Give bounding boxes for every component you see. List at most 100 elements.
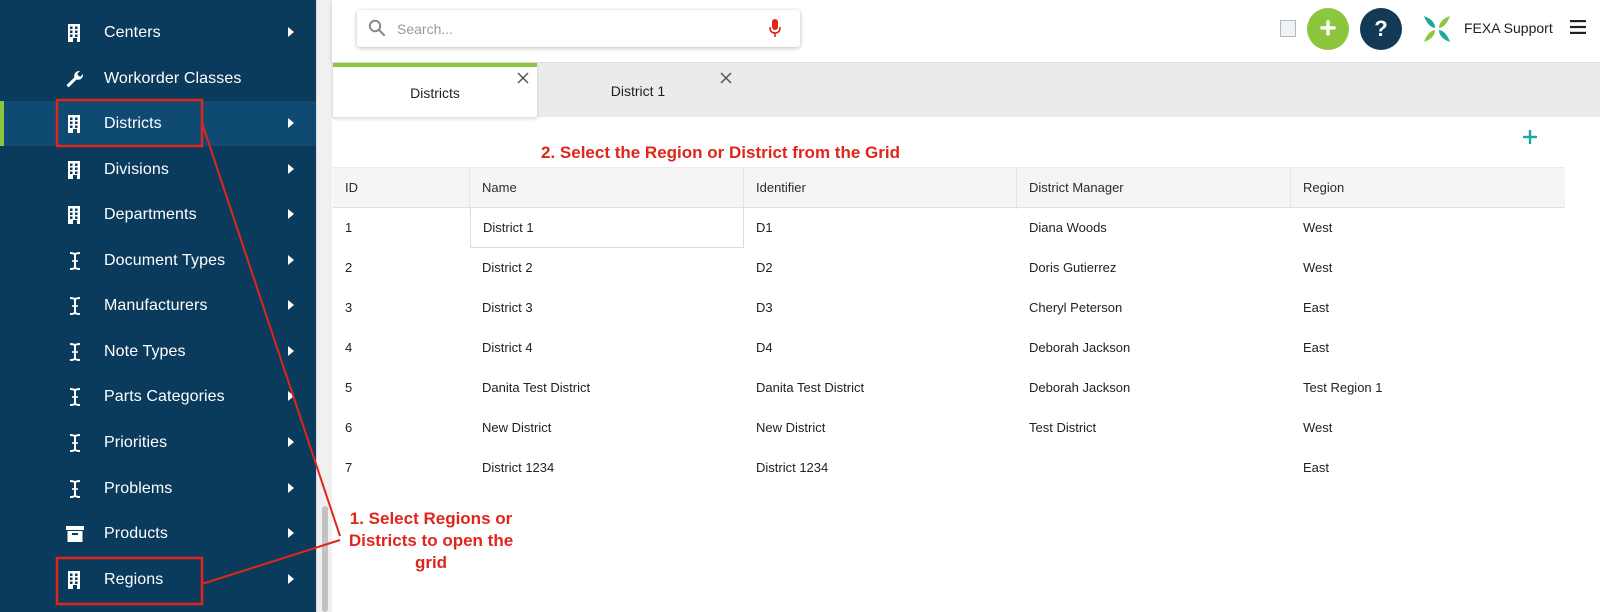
search-box[interactable] bbox=[357, 10, 800, 47]
table-cell: Test Region 1 bbox=[1303, 380, 1383, 395]
sidebar-item-departments[interactable]: Departments bbox=[0, 192, 316, 237]
column-header-identifier[interactable]: Identifier bbox=[744, 168, 1017, 209]
add-button[interactable]: + bbox=[1307, 8, 1349, 50]
sidebar-item-districts[interactable]: Districts bbox=[0, 101, 316, 146]
sidebar-item-divisions[interactable]: Divisions bbox=[0, 147, 316, 192]
table-cell: West bbox=[1303, 260, 1333, 275]
sidebar-item-workorder-classes[interactable]: Workorder Classes bbox=[0, 56, 316, 101]
table-cell: 5 bbox=[345, 380, 353, 395]
table-cell: Diana Woods bbox=[1029, 220, 1107, 235]
sidebar-item-label: Regions bbox=[104, 570, 164, 588]
table-cell: D1 bbox=[756, 220, 773, 235]
grid-body: 1 District 1 D1 Diana Woods West 2 District 2 D… bbox=[333, 208, 1565, 488]
close-icon[interactable] bbox=[720, 72, 732, 84]
table-row[interactable]: 1 District 1 D1 Diana Woods West bbox=[333, 208, 1565, 248]
close-icon[interactable] bbox=[517, 72, 529, 84]
table-cell: West bbox=[1303, 420, 1333, 435]
grid-add-icon[interactable] bbox=[1521, 128, 1539, 146]
tab-districts[interactable]: Districts bbox=[333, 63, 537, 117]
tab-bar: Districts District 1 bbox=[332, 63, 1600, 117]
sidebar-item-products[interactable]: Products bbox=[0, 511, 316, 556]
caret-right-icon[interactable] bbox=[288, 27, 294, 37]
table-row[interactable]: 7 District 1234 District 1234 East bbox=[333, 448, 1565, 488]
sidebar-item-manufacturers[interactable]: Manufacturers bbox=[0, 283, 316, 328]
caret-right-icon[interactable] bbox=[288, 437, 294, 447]
table-cell: District 1 bbox=[470, 208, 744, 248]
hamburger-menu-icon[interactable] bbox=[1570, 20, 1586, 34]
search-input[interactable] bbox=[397, 18, 757, 40]
table-cell: Deborah Jackson bbox=[1029, 340, 1131, 355]
table-cell bbox=[1017, 448, 1291, 488]
i-beam-icon bbox=[64, 250, 86, 272]
grid-header: ID Name Identifier District Manager Region bbox=[333, 167, 1565, 209]
i-beam-icon bbox=[64, 478, 86, 500]
sidebar-item-regions[interactable]: Regions bbox=[0, 557, 316, 602]
table-cell: 2 bbox=[345, 260, 353, 275]
table-row[interactable]: 6 New District New District Test District We… bbox=[333, 408, 1565, 448]
instruction-step-1: 1. Select Regions or Districts to open t… bbox=[348, 509, 514, 572]
sidebar-item-label: Departments bbox=[104, 205, 197, 223]
tab-district-1[interactable]: District 1 bbox=[536, 63, 740, 117]
column-header-name[interactable]: Name bbox=[470, 168, 744, 209]
table-cell: Deborah Jackson bbox=[1029, 380, 1131, 395]
table-cell: Cheryl Peterson bbox=[1029, 300, 1123, 315]
sidebar-scrollbar[interactable] bbox=[316, 0, 332, 612]
sidebar-item-label: Centers bbox=[104, 23, 161, 41]
sidebar-item-centers[interactable]: Centers bbox=[0, 10, 316, 55]
table-row[interactable]: 3 District 3 D3 Cheryl Peterson East bbox=[333, 288, 1565, 328]
caret-right-icon[interactable] bbox=[288, 483, 294, 493]
i-beam-icon bbox=[64, 295, 86, 317]
table-cell: District 1234 bbox=[482, 460, 555, 475]
sidebar-item-label: Document Types bbox=[104, 251, 226, 269]
sidebar-item-parts-categories[interactable]: Parts Categories bbox=[0, 374, 316, 419]
fexa-logo-icon bbox=[1424, 16, 1450, 42]
wrench-icon bbox=[64, 68, 86, 90]
sidebar-item-label: Manufacturers bbox=[104, 296, 208, 314]
tab-label: District 1 bbox=[610, 83, 666, 99]
sidebar-item-document-types[interactable]: Document Types bbox=[0, 238, 316, 283]
caret-right-icon[interactable] bbox=[288, 209, 294, 219]
instruction-step-2: 2. Select the Region or District from th… bbox=[541, 143, 900, 162]
table-cell: East bbox=[1303, 300, 1330, 315]
building-icon bbox=[64, 569, 86, 591]
sidebar: Centers Workorder Classes Districts Divisio… bbox=[0, 0, 316, 612]
table-cell: District 4 bbox=[482, 340, 533, 355]
sidebar-item-label: Problems bbox=[104, 479, 173, 497]
table-cell: D4 bbox=[756, 340, 773, 355]
column-header-district-manager[interactable]: District Manager bbox=[1017, 168, 1291, 209]
sidebar-item-note-types[interactable]: Note Types bbox=[0, 329, 316, 374]
sidebar-item-label: Priorities bbox=[104, 433, 168, 451]
microphone-icon[interactable] bbox=[768, 18, 782, 38]
table-cell: Danita Test District bbox=[756, 380, 865, 395]
table-cell: West bbox=[1303, 220, 1333, 235]
column-header-region[interactable]: Region bbox=[1291, 168, 1565, 209]
table-row[interactable]: 2 District 2 D2 Doris Gutierrez West bbox=[333, 248, 1565, 288]
table-cell: District 3 bbox=[482, 300, 533, 315]
caret-right-icon[interactable] bbox=[288, 391, 294, 401]
caret-right-icon[interactable] bbox=[288, 528, 294, 538]
tab-label: Districts bbox=[410, 85, 460, 101]
column-header-id[interactable]: ID bbox=[333, 168, 470, 209]
i-beam-icon bbox=[64, 341, 86, 363]
archive-icon bbox=[64, 523, 86, 545]
caret-right-icon[interactable] bbox=[288, 300, 294, 310]
caret-right-icon[interactable] bbox=[288, 164, 294, 174]
help-button[interactable]: ? bbox=[1360, 8, 1402, 50]
table-row[interactable]: 4 District 4 D4 Deborah Jackson East bbox=[333, 328, 1565, 368]
caret-right-icon[interactable] bbox=[288, 346, 294, 356]
caret-right-icon[interactable] bbox=[288, 255, 294, 265]
table-cell: Test District bbox=[1029, 420, 1097, 435]
sidebar-item-problems[interactable]: Problems bbox=[0, 466, 316, 511]
table-cell: District 2 bbox=[482, 260, 533, 275]
caret-right-icon[interactable] bbox=[288, 118, 294, 128]
user-name[interactable]: FEXA Support bbox=[1464, 20, 1553, 36]
top-bar: + ? FEXA Support bbox=[332, 0, 1600, 62]
table-cell: 3 bbox=[345, 300, 353, 315]
table-cell: District 1234 bbox=[756, 460, 829, 475]
sidebar-item-priorities[interactable]: Priorities bbox=[0, 420, 316, 465]
caret-right-icon[interactable] bbox=[288, 574, 294, 584]
table-row[interactable]: 5 Danita Test District Danita Test Distric… bbox=[333, 368, 1565, 408]
sidebar-scrollbar-thumb[interactable] bbox=[322, 506, 328, 612]
table-cell: Danita Test District bbox=[482, 380, 591, 395]
sidebar-item-label: Divisions bbox=[104, 160, 169, 178]
